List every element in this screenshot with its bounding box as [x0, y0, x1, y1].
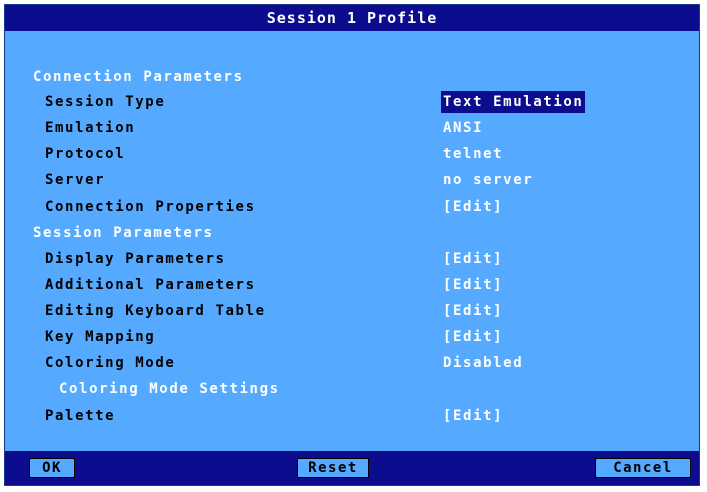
session-type-label: Session Type [45, 94, 166, 110]
coloring-mode-settings-label: Coloring Mode Settings [59, 381, 280, 397]
server-value[interactable]: no server [443, 169, 533, 191]
protocol-label: Protocol [45, 146, 126, 162]
session-type-value[interactable]: Text Emulation [441, 91, 586, 113]
emulation-label: Emulation [45, 120, 136, 136]
coloring-mode-label: Coloring Mode [45, 355, 176, 371]
cancel-button[interactable]: Cancel [595, 458, 691, 478]
palette-edit-button[interactable]: [Edit] [443, 405, 503, 427]
connection-properties-edit-button[interactable]: [Edit] [443, 196, 503, 218]
ok-button[interactable]: OK [29, 458, 75, 478]
additional-parameters-label: Additional Parameters [45, 277, 256, 293]
footer-bar: OK Reset Cancel [5, 451, 699, 485]
connection-parameters-header: Connection Parameters [33, 69, 244, 85]
server-label: Server [45, 172, 106, 188]
coloring-mode-value[interactable]: Disabled [443, 352, 523, 374]
key-mapping-edit-button[interactable]: [Edit] [443, 326, 503, 348]
window-title: Session 1 Profile [5, 5, 699, 31]
key-mapping-label: Key Mapping [45, 329, 156, 345]
session-parameters-header: Session Parameters [33, 225, 214, 241]
connection-properties-label: Connection Properties [45, 199, 256, 215]
additional-parameters-edit-button[interactable]: [Edit] [443, 274, 503, 296]
editing-keyboard-table-label: Editing Keyboard Table [45, 303, 266, 319]
display-parameters-label: Display Parameters [45, 251, 226, 267]
session-profile-window: Session 1 Profile Connection Parameters … [4, 4, 700, 486]
emulation-value[interactable]: ANSI [443, 117, 483, 139]
protocol-value[interactable]: telnet [443, 143, 503, 165]
palette-label: Palette [45, 408, 116, 424]
display-parameters-edit-button[interactable]: [Edit] [443, 248, 503, 270]
reset-button[interactable]: Reset [297, 458, 369, 478]
editing-keyboard-table-edit-button[interactable]: [Edit] [443, 300, 503, 322]
